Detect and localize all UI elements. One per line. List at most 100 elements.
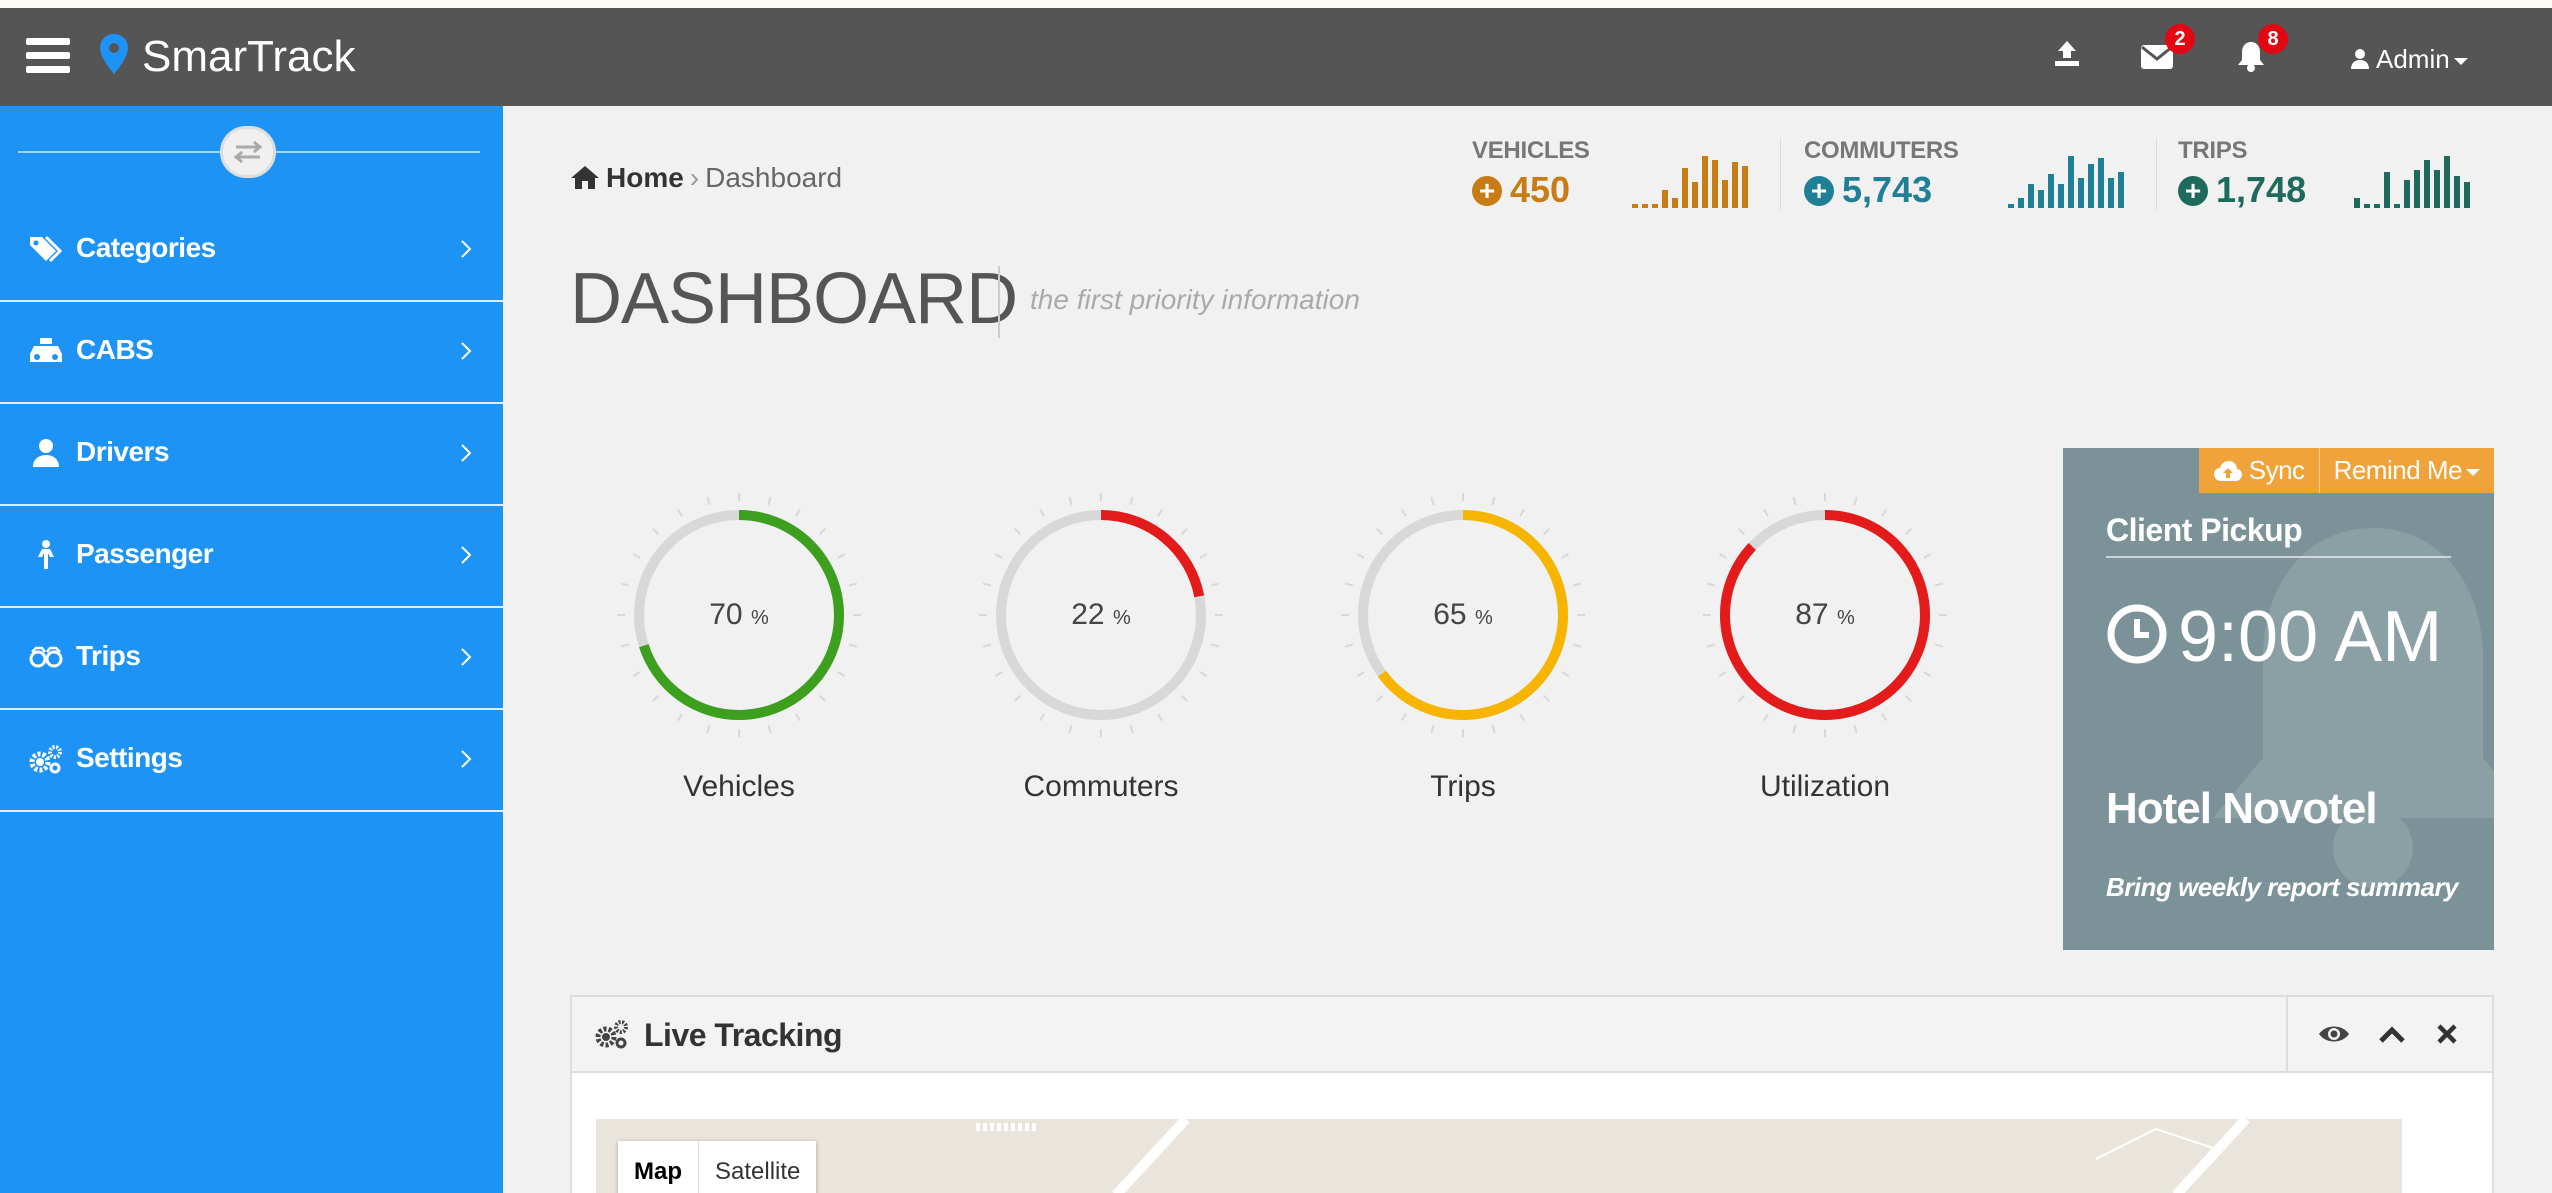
sidebar-item-label: Trips <box>76 640 141 671</box>
notifications-badge: 8 <box>2258 24 2288 54</box>
gauge-tick <box>1923 553 1932 559</box>
stat-value: 5,743 <box>1842 169 1933 210</box>
breadcrumb: Home › Dashboard <box>570 162 842 194</box>
caret-down-icon <box>2453 57 2468 65</box>
chevron-right-icon <box>461 546 472 564</box>
satellite-button[interactable]: Satellite <box>699 1141 816 1193</box>
sidebar-item-drivers[interactable]: Drivers <box>0 406 503 506</box>
gauge-tick <box>652 694 660 702</box>
gauge-tick <box>1738 694 1746 702</box>
gauge-tick <box>1881 713 1887 722</box>
sync-button[interactable]: Sync <box>2199 448 2319 493</box>
gauge-tick <box>795 508 801 517</box>
stat-trips: TRIPS +1,748 <box>2178 137 2306 211</box>
gauge-tick <box>994 553 1003 559</box>
messages-badge: 2 <box>2165 24 2195 54</box>
chevron-right-icon <box>461 648 472 666</box>
sidebar-item-label: Categories <box>76 232 216 263</box>
gauge-tick <box>1792 496 1797 506</box>
gauge-tick <box>1376 694 1384 702</box>
gauge-tick <box>677 508 683 517</box>
gauge-tick <box>1792 724 1797 734</box>
gauge-tick <box>1068 724 1073 734</box>
remind-me-button[interactable]: Remind Me <box>2318 448 2494 493</box>
gauge-tick <box>1180 528 1188 536</box>
sidebar-item-categories[interactable]: Categories <box>0 202 503 302</box>
gauge-tick <box>1039 508 1045 517</box>
gauge-tick <box>982 582 992 587</box>
gauge-tick <box>1491 496 1496 506</box>
gauge-tick <box>1519 508 1525 517</box>
gauge-tick <box>620 643 630 648</box>
client-pickup-card: Sync Remind Me Client Pickup 9:00 AM Hot… <box>2063 448 2494 950</box>
gauge-tick <box>1039 713 1045 722</box>
map-view[interactable]: Map Satellite <box>596 1119 2402 1193</box>
map-button[interactable]: Map <box>618 1141 699 1193</box>
sidebar-item-label: CABS <box>76 334 154 365</box>
cloud-upload-icon <box>2213 461 2242 481</box>
menu-icon[interactable] <box>26 38 70 74</box>
brand-name[interactable]: SmarTrack <box>142 32 356 82</box>
gauge-tick <box>1542 528 1550 536</box>
sidebar-item-settings[interactable]: Settings <box>0 712 503 812</box>
gauge-tick <box>1129 724 1134 734</box>
gears-icon <box>595 1020 628 1049</box>
gears-icon <box>29 745 62 774</box>
stat-value: 1,748 <box>2216 169 2307 210</box>
sidebar-item-passenger[interactable]: Passenger <box>0 508 503 608</box>
panel-tools <box>2286 997 2492 1071</box>
gauge-tick <box>1763 508 1769 517</box>
sidebar-toggle[interactable] <box>220 126 276 178</box>
top-stripe <box>0 0 2552 8</box>
upload-icon[interactable] <box>2052 38 2082 68</box>
stat-label: TRIPS <box>2178 137 2248 164</box>
gauge-label: Trips <box>1430 770 1496 803</box>
bell-watermark-icon <box>2213 528 2494 888</box>
sidebar-item-cabs[interactable]: CABS <box>0 304 503 404</box>
user-menu[interactable]: Admin <box>2350 44 2468 75</box>
gauge-tick <box>652 528 660 536</box>
breadcrumb-home[interactable]: Home <box>606 162 684 193</box>
stat-vehicles: VEHICLES +450 <box>1472 137 1590 211</box>
gauge-label: Vehicles <box>683 770 795 803</box>
page-subtitle: the first priority information <box>1030 284 1360 315</box>
gauge-tick <box>1519 713 1525 722</box>
gauge-tick <box>1572 582 1582 587</box>
gauge-tick <box>818 528 826 536</box>
gauge-tick <box>1157 508 1163 517</box>
sidebar-item-trips[interactable]: Trips <box>0 610 503 710</box>
chevron-right-icon <box>461 444 472 462</box>
plus-circle-icon: + <box>1472 176 1502 206</box>
gauge-tick <box>1401 508 1407 517</box>
close-icon[interactable] <box>2436 1023 2458 1045</box>
gauge-tick <box>795 713 801 722</box>
gauge-tick <box>1881 508 1887 517</box>
gauge-tick <box>1014 694 1022 702</box>
eye-icon[interactable] <box>2318 1023 2350 1045</box>
user-name: Admin <box>2376 44 2450 74</box>
card-note: Bring weekly report summary <box>2106 872 2459 902</box>
gauge-tick <box>1356 671 1365 677</box>
live-tracking-panel: Live Tracking Map Satellite <box>570 995 2494 1193</box>
gauge-tick <box>1853 496 1858 506</box>
gauge-tick <box>1430 496 1435 506</box>
panel-title: Live Tracking <box>644 1017 843 1053</box>
gauge-tick <box>1706 643 1716 648</box>
chevron-up-icon[interactable] <box>2378 1024 2406 1044</box>
plus-circle-icon: + <box>2178 176 2208 206</box>
cab-icon <box>30 338 62 362</box>
gauge-value: 22 % <box>1071 598 1131 631</box>
sidebar: Categories CABS Drivers Passenger Trips … <box>0 106 503 1193</box>
stat-value-row: +5,743 <box>1804 169 1959 211</box>
gauge-tick <box>1923 671 1932 677</box>
chevron-right-icon <box>461 750 472 768</box>
gauge-tick <box>1738 528 1746 536</box>
top-navbar: SmarTrack 2 8 Admin <box>0 8 2552 106</box>
stat-label: VEHICLES <box>1472 137 1590 164</box>
gauge-tick <box>1129 496 1134 506</box>
gauge-tick <box>1934 582 1944 587</box>
home-icon[interactable] <box>570 164 600 190</box>
gauge-tick <box>632 671 641 677</box>
user-icon <box>33 439 59 467</box>
gauge-tick <box>848 643 858 648</box>
